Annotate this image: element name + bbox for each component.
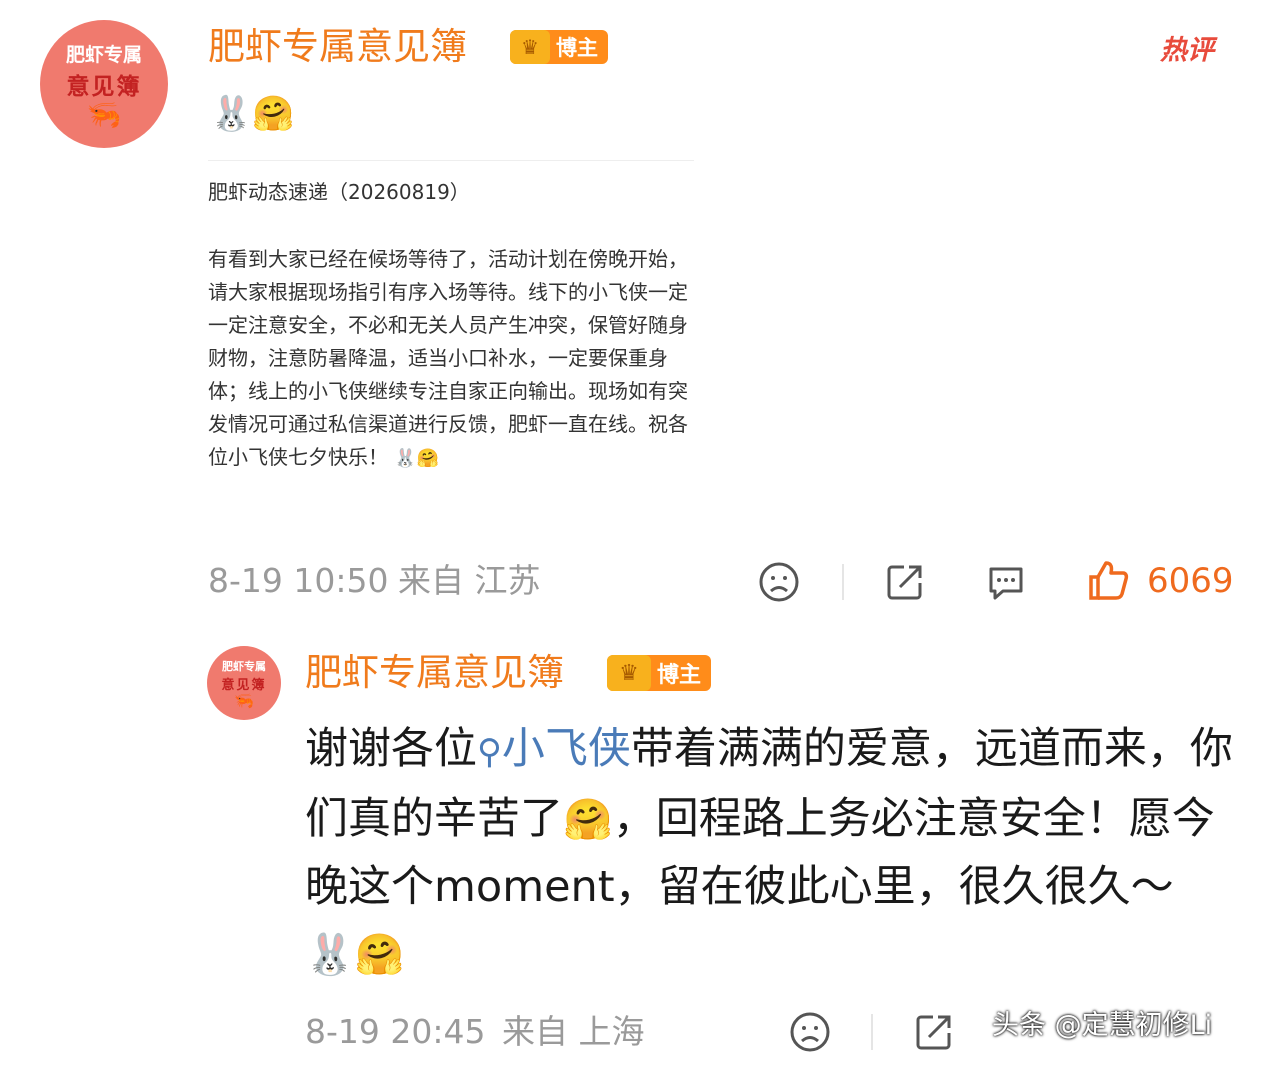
- watermark: 头条 @定慧初修Li: [992, 1010, 1213, 1041]
- reply-avatar-text-line1: 肥虾专属: [222, 659, 266, 673]
- topic-link[interactable]: ⚲小飞侠: [477, 724, 631, 774]
- reply-blogger-badge: ♛ 博主: [607, 655, 712, 691]
- card-top-divider: [208, 160, 694, 161]
- topic-link-label: 小飞侠: [501, 724, 631, 774]
- bunny-hug-emoji-reply: 🐰🤗: [305, 932, 405, 978]
- reply-badge-label: 博主: [657, 663, 702, 688]
- reply-text-part1: 谢谢各位: [305, 724, 477, 774]
- card-body: 有看到大家已经在候场等待了，活动计划在傍晚开始，请大家根据现场指引有序入场等待。…: [208, 243, 694, 509]
- author-avatar[interactable]: 肥虾专属 意见簿 🦐: [40, 20, 168, 148]
- reply-author-name[interactable]: 肥虾专属意见簿: [305, 650, 564, 696]
- reply-time: 8-19 20:45: [305, 1012, 486, 1051]
- reply-footer-divider: [871, 1014, 873, 1050]
- post-source: 来自 江苏: [398, 561, 541, 600]
- post-time: 8-19 10:50: [208, 561, 389, 600]
- reply-dislike-face-icon[interactable]: [789, 1011, 831, 1053]
- reply-source: 来自 上海: [502, 1012, 645, 1051]
- hot-comment-label: 热评: [1160, 35, 1214, 66]
- reply-author-avatar[interactable]: 肥虾专属 意见簿 🦐: [207, 646, 281, 720]
- shrimp-icon: 🦐: [86, 97, 122, 131]
- hug-emoji: 🤗: [563, 797, 613, 843]
- crown-icon: ♛: [510, 30, 550, 64]
- author-name[interactable]: 肥虾专属意见簿: [208, 24, 467, 70]
- card-body-text: 有看到大家已经在候场等待了，活动计划在傍晚开始，请大家根据现场指引有序入场等待。…: [208, 247, 688, 469]
- share-icon[interactable]: [884, 561, 926, 603]
- card-title: 肥虾动态速递（20260819）: [208, 180, 470, 204]
- comment-icon[interactable]: [985, 561, 1027, 603]
- avatar-text-line2: 意见簿: [66, 73, 142, 100]
- like-count[interactable]: 6069: [1147, 558, 1234, 604]
- reply-share-icon[interactable]: [913, 1011, 955, 1053]
- like-thumb-icon[interactable]: [1086, 558, 1130, 602]
- dislike-face-icon[interactable]: [758, 561, 800, 603]
- search-icon: ⚲: [477, 732, 502, 772]
- badge-label: 博主: [556, 36, 598, 60]
- reply-shrimp-icon: 🦐: [234, 690, 254, 710]
- bunny-hug-emoji-small: 🐰🤗: [394, 448, 440, 469]
- blogger-badge: ♛ 博主: [510, 30, 608, 64]
- reply-avatar-text-line2: 意见簿: [221, 677, 267, 693]
- footer-divider: [842, 564, 844, 600]
- reply-crown-icon: ♛: [607, 655, 651, 691]
- bunny-hug-emoji: 🐰🤗: [210, 94, 295, 134]
- reply-text: 谢谢各位⚲小飞侠带着满满的爱意，远道而来，你们真的辛苦了🤗，回程路上务必注意安全…: [305, 716, 1235, 989]
- avatar-text-line1: 肥虾专属: [65, 43, 142, 66]
